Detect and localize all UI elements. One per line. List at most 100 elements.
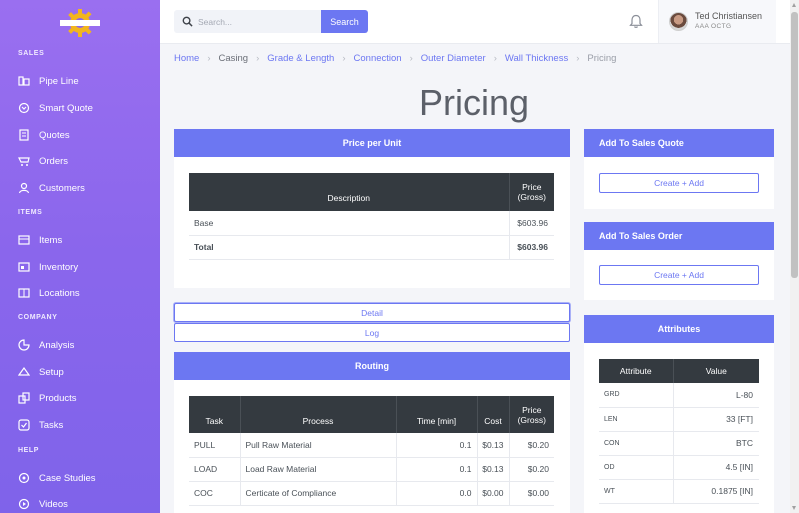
- user-organization: AAA OCTG: [695, 23, 732, 30]
- sales-quote-card: Add To Sales Quote Create + Add: [584, 129, 774, 209]
- scroll-down-arrow-icon[interactable]: [792, 506, 796, 510]
- user-name: Ted Christiansen: [695, 11, 763, 21]
- user-menu[interactable]: Ted Christiansen AAA OCTG: [659, 0, 776, 43]
- column-header-time: Time [min]: [396, 396, 478, 433]
- sidebar-section-sales: SALES: [18, 50, 45, 57]
- sidebar-section-company: COMPANY: [18, 314, 58, 321]
- avatar[interactable]: [669, 12, 688, 31]
- cell-price: $0.20: [509, 433, 554, 458]
- sales-order-card: Add To Sales Order Create + Add: [584, 222, 774, 300]
- cell-cost: $0.00: [477, 481, 510, 506]
- price-per-unit-title: Price per Unit: [174, 129, 570, 157]
- search-icon: [182, 16, 193, 27]
- table-row: PULL Pull Raw Material 0.1 $0.13 $0.20: [189, 433, 554, 458]
- sidebar-item-label: Analysis: [39, 339, 75, 351]
- breadcrumb-pricing: Pricing: [587, 53, 617, 64]
- attribute-name: WT: [599, 479, 674, 504]
- sidebar-item-label: Pipe Line: [39, 75, 79, 87]
- column-header-attribute: Attribute: [599, 359, 674, 383]
- sidebar-section-items: ITEMS: [18, 209, 43, 216]
- sidebar-item-quotes[interactable]: Quotes: [18, 126, 158, 144]
- attributes-title: Attributes: [584, 315, 774, 343]
- table-row: GRD L-80: [599, 383, 759, 408]
- pipeline-icon: [18, 75, 30, 87]
- page-title: Pricing: [418, 82, 530, 123]
- create-add-quote-button[interactable]: Create + Add: [599, 173, 759, 193]
- column-header-task: Task: [189, 396, 241, 433]
- sidebar-section-help: HELP: [18, 447, 40, 454]
- price-per-unit-table: Description Price (Gross) Base $603.96 To…: [189, 173, 554, 260]
- sidebar-item-pipe-line[interactable]: Pipe Line: [18, 72, 158, 90]
- bell-icon[interactable]: [629, 14, 643, 29]
- case-studies-icon: [18, 472, 30, 484]
- attribute-name: OD: [599, 455, 674, 480]
- column-header-price-gross: Price (Gross): [509, 173, 554, 211]
- analysis-icon: [18, 339, 30, 351]
- sidebar-item-label: Locations: [39, 287, 80, 299]
- cell-process: Pull Raw Material: [240, 433, 397, 458]
- sales-quote-title: Add To Sales Quote: [584, 129, 774, 157]
- log-button[interactable]: Log: [174, 323, 570, 342]
- cell-task: COC: [189, 481, 241, 506]
- routing-table: Task Process Time [min] Cost Price (Gross…: [189, 396, 554, 506]
- attribute-name: LEN: [599, 407, 674, 432]
- table-row: WT 0.1875 [IN]: [599, 479, 759, 504]
- sidebar-item-label: Setup: [39, 366, 64, 378]
- sidebar-item-items[interactable]: Items: [18, 231, 158, 249]
- sidebar-item-inventory[interactable]: Inventory: [18, 258, 158, 276]
- cell-price: $0.00: [509, 481, 554, 506]
- sidebar-item-smart-quote[interactable]: Smart Quote: [18, 99, 158, 117]
- cell-cost: $0.13: [477, 433, 510, 458]
- setup-icon: [18, 366, 30, 378]
- smart-quote-icon: [18, 102, 30, 114]
- attribute-value: 4.5 [IN]: [673, 455, 759, 480]
- search-input[interactable]: [198, 13, 318, 30]
- sidebar-item-customers[interactable]: Customers: [18, 179, 158, 197]
- attribute-value: BTC: [673, 431, 759, 456]
- attributes-table: Attribute Value GRD L-80 LEN 33 [FT] CON BTC O…: [599, 359, 759, 504]
- sidebar-item-analysis[interactable]: Analysis: [18, 336, 158, 354]
- breadcrumb-grade-length[interactable]: Grade & Length: [267, 53, 334, 64]
- breadcrumb-wall-thickness[interactable]: Wall Thickness: [505, 53, 568, 64]
- breadcrumb-casing[interactable]: Casing: [219, 53, 249, 64]
- cell-time: 0.1: [396, 457, 478, 482]
- sidebar-item-products[interactable]: Products: [18, 389, 158, 407]
- sidebar-item-orders[interactable]: Orders: [18, 152, 158, 170]
- sidebar-item-label: Tasks: [39, 419, 64, 431]
- orders-icon: [18, 155, 30, 167]
- cell-price: $0.20: [509, 457, 554, 482]
- breadcrumb-connection[interactable]: Connection: [354, 53, 402, 64]
- scrollbar-thumb[interactable]: [791, 12, 798, 278]
- sidebar-item-label: Products: [39, 392, 77, 404]
- sidebar-item-setup[interactable]: Setup: [18, 363, 158, 381]
- detail-button[interactable]: Detail: [174, 303, 570, 322]
- create-add-order-button[interactable]: Create + Add: [599, 265, 759, 285]
- sidebar-item-label: Quotes: [39, 129, 70, 141]
- sidebar-item-case-studies[interactable]: Case Studies: [18, 469, 158, 487]
- scroll-up-arrow-icon[interactable]: [792, 3, 796, 7]
- breadcrumb-outer-diameter[interactable]: Outer Diameter: [421, 53, 486, 64]
- sidebar-item-label: Customers: [39, 182, 85, 194]
- routing-card: Routing Task Process Time [min] Cost Pri…: [174, 352, 570, 513]
- page-scrollbar[interactable]: [790, 0, 799, 513]
- inventory-icon: [18, 261, 30, 273]
- sales-order-title: Add To Sales Order: [584, 222, 774, 250]
- price-per-unit-card: Price per Unit Description Price (Gross) …: [174, 129, 570, 288]
- customers-icon: [18, 182, 30, 194]
- items-icon: [18, 234, 30, 246]
- company-logo[interactable]: [58, 8, 102, 38]
- top-bar: Search Ted Christiansen AAA OCTG: [160, 0, 790, 44]
- sidebar-item-tasks[interactable]: Tasks: [18, 416, 158, 434]
- breadcrumb-home[interactable]: Home: [174, 53, 199, 64]
- total-label: Total: [189, 235, 510, 260]
- search-button[interactable]: Search: [321, 10, 368, 33]
- attributes-card: Attributes Attribute Value GRD L-80 LEN 33 …: [584, 315, 774, 513]
- table-row: LOAD Load Raw Material 0.1 $0.13 $0.20: [189, 457, 554, 482]
- attribute-value: L-80: [673, 383, 759, 408]
- table-row: CON BTC: [599, 431, 759, 456]
- sidebar-item-locations[interactable]: Locations: [18, 284, 158, 302]
- tasks-icon: [18, 419, 30, 431]
- sidebar-item-videos[interactable]: Videos: [18, 495, 158, 513]
- videos-icon: [18, 498, 30, 510]
- cell-cost: $0.13: [477, 457, 510, 482]
